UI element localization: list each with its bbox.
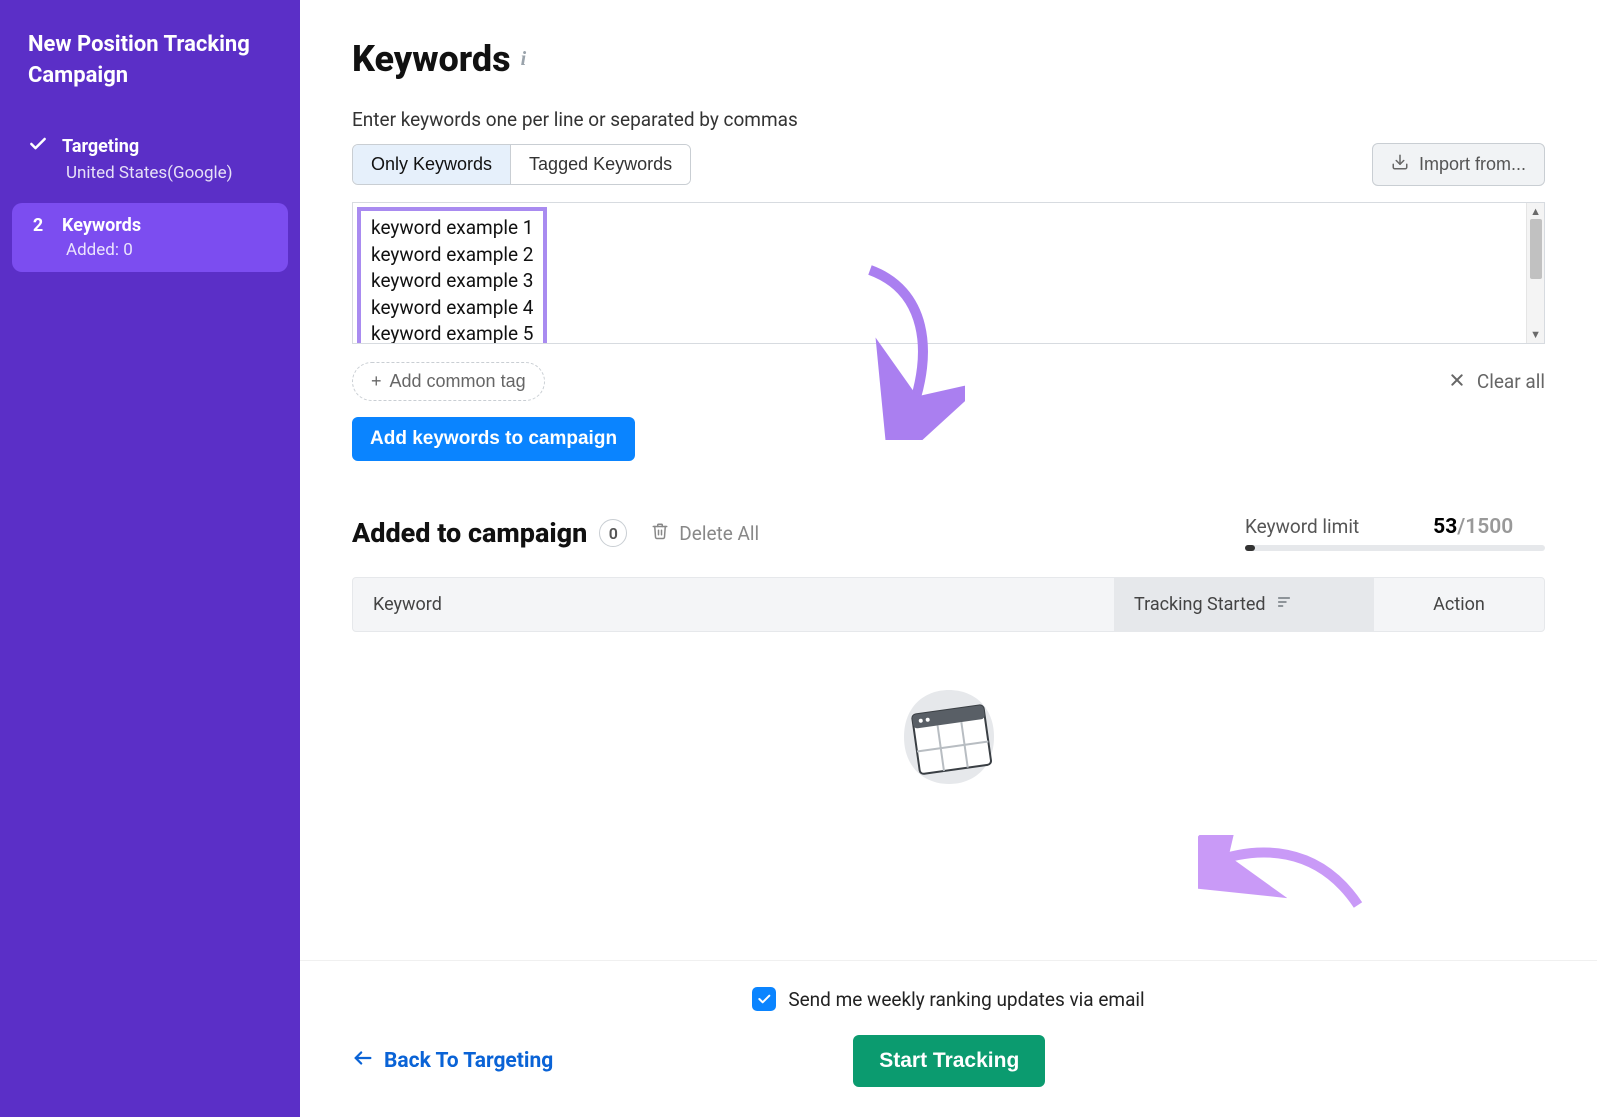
keywords-textarea[interactable]: keyword example 1 keyword example 2 keyw… [352,202,1545,344]
empty-state-illustration [352,682,1545,792]
back-to-targeting-link[interactable]: Back To Targeting [352,1047,553,1075]
keyword-limit: Keyword limit 53/1500 [1245,515,1545,551]
add-common-tag-button[interactable]: + Add common tag [352,362,545,401]
limit-total: 1500 [1465,515,1513,539]
import-button[interactable]: Import from... [1372,143,1545,186]
tab-only-keywords[interactable]: Only Keywords [353,145,510,184]
sort-icon [1276,594,1292,615]
arrow-left-icon [352,1047,374,1075]
instruction-text: Enter keywords one per line or separated… [352,108,1545,131]
main-panel: Keywords i Enter keywords one per line o… [300,0,1597,1117]
keyword-line: keyword example 4 [371,295,533,322]
clear-all-label: Clear all [1477,370,1545,393]
check-icon [28,134,48,159]
annotation-arrow-icon [1198,835,1378,925]
keyword-line: keyword example 3 [371,268,533,295]
keyword-line: keyword example 1 [371,215,533,242]
keyword-line: keyword example 5 [371,321,533,344]
weekly-email-label: Send me weekly ranking updates via email [788,988,1144,1011]
delete-all-label: Delete All [679,522,759,545]
limit-used: 53 [1433,515,1457,539]
trash-icon [651,522,669,545]
close-icon [1449,370,1465,393]
add-keywords-button[interactable]: Add keywords to campaign [352,417,635,461]
sidebar-step-targeting[interactable]: Targeting United States(Google) [0,122,300,195]
th-action: Action [1374,578,1544,631]
step-sub: United States(Google) [66,163,300,183]
step-sub: Added: 0 [66,240,272,260]
download-icon [1391,153,1409,176]
scroll-down-icon[interactable]: ▼ [1530,328,1541,341]
step-label: Keywords [62,215,141,236]
scrollbar[interactable]: ▲ ▼ [1526,203,1544,343]
th-tracking-label: Tracking Started [1134,594,1266,615]
import-button-label: Import from... [1419,154,1526,175]
weekly-email-checkbox[interactable] [752,987,776,1011]
keywords-entered-highlight: keyword example 1 keyword example 2 keyw… [357,207,547,344]
page-title-text: Keywords [352,38,511,80]
clear-all-button[interactable]: Clear all [1449,370,1545,393]
page-title: Keywords i [352,38,1545,80]
scroll-up-icon[interactable]: ▲ [1530,205,1541,218]
th-keyword[interactable]: Keyword [353,578,1114,631]
footer: Send me weekly ranking updates via email… [300,960,1597,1117]
add-common-tag-label: Add common tag [390,371,526,392]
start-tracking-button[interactable]: Start Tracking [853,1035,1045,1087]
scroll-thumb[interactable] [1530,219,1542,279]
step-number: 2 [28,215,48,236]
info-icon[interactable]: i [521,48,527,71]
added-title-text: Added to campaign [352,517,587,549]
limit-progress-fill [1245,545,1255,551]
sidebar-title: New Position Tracking Campaign [0,30,300,122]
th-tracking-started[interactable]: Tracking Started [1114,578,1374,631]
plus-icon: + [371,371,382,392]
tab-tagged-keywords[interactable]: Tagged Keywords [510,145,690,184]
step-label: Targeting [62,136,139,157]
sidebar: New Position Tracking Campaign Targeting… [0,0,300,1117]
limit-progress-bar [1245,545,1545,551]
added-count-badge: 0 [599,519,627,547]
added-section-title: Added to campaign 0 [352,517,627,549]
keyword-mode-toggle: Only Keywords Tagged Keywords [352,144,691,185]
keywords-table-header: Keyword Tracking Started Action [352,577,1545,632]
sidebar-step-keywords[interactable]: 2 Keywords Added: 0 [12,203,288,272]
keyword-line: keyword example 2 [371,242,533,269]
delete-all-button[interactable]: Delete All [651,522,759,545]
limit-label: Keyword limit [1245,515,1359,538]
back-label: Back To Targeting [384,1049,553,1073]
